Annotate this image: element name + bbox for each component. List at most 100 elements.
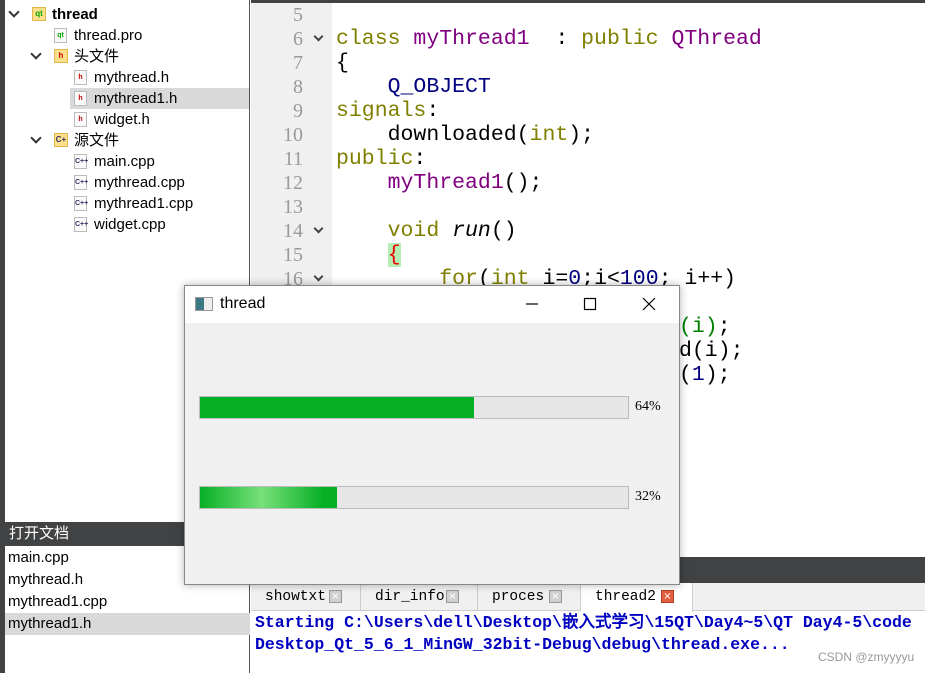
- code-token: public: [581, 27, 672, 51]
- folder-icon: C+: [54, 133, 68, 147]
- editor-toolbar: [251, 0, 925, 3]
- code-line-fragment: (i);: [679, 315, 731, 339]
- close-tab-icon[interactable]: ×: [329, 590, 342, 603]
- line-number: 11: [283, 148, 303, 170]
- folder-icon: h: [54, 49, 68, 63]
- output-tab-showtxt[interactable]: showtxt ×: [251, 583, 361, 611]
- close-tab-icon[interactable]: ×: [549, 590, 562, 603]
- tree-item[interactable]: qt thread: [5, 4, 249, 25]
- tree-item-label: mythread1.cpp: [94, 195, 194, 212]
- code-token: int: [529, 123, 569, 147]
- code-line: signals:: [336, 99, 439, 123]
- output-panel-toolbar: [680, 557, 925, 583]
- code-token: myThread1: [387, 171, 504, 195]
- code-token: 1: [691, 363, 705, 387]
- code-line: class myThread1 : public QThread: [336, 27, 762, 51]
- code-token: :: [529, 27, 582, 51]
- tree-item[interactable]: C++ mythread1.cpp: [70, 193, 249, 214]
- tree-item-label: mythread.h: [94, 69, 170, 86]
- tree-item[interactable]: C++ main.cpp: [70, 151, 249, 172]
- minimize-icon: [526, 303, 538, 305]
- line-number: 6: [293, 28, 303, 50]
- progress-label-2: 32%: [635, 489, 661, 504]
- tree-item[interactable]: h mythread.h: [70, 67, 249, 88]
- tab-label: showtxt: [265, 589, 326, 605]
- code-token: ();: [503, 171, 543, 195]
- tab-label: proces: [492, 589, 545, 605]
- output-tab-thread2[interactable]: thread2 ×: [581, 583, 693, 612]
- open-document-item[interactable]: mythread1.cpp: [5, 591, 250, 613]
- h-file-icon: h: [74, 70, 87, 85]
- tab-label: thread2: [595, 589, 656, 605]
- line-number: 15: [283, 244, 303, 266]
- code-token: downloaded(: [336, 123, 530, 147]
- code-line: public:: [336, 147, 426, 171]
- output-tab-proces[interactable]: proces ×: [478, 583, 581, 611]
- chevron-down-icon[interactable]: [30, 132, 42, 144]
- maximize-button[interactable]: [567, 286, 613, 323]
- code-token: public: [336, 147, 414, 171]
- h-file-icon: h: [74, 112, 87, 127]
- close-tab-icon[interactable]: ×: [446, 590, 459, 603]
- tree-item-label: main.cpp: [94, 153, 155, 170]
- code-token: :: [413, 147, 427, 171]
- code-token: );: [568, 123, 595, 147]
- watermark: CSDN @zmyyyyu: [818, 650, 915, 664]
- open-document-item[interactable]: mythread1.h: [5, 613, 250, 635]
- close-icon: [642, 297, 656, 311]
- tree-item[interactable]: qt thread.pro: [5, 25, 249, 46]
- progress-fill: [200, 397, 474, 418]
- fold-chevron-icon[interactable]: [313, 31, 324, 42]
- line-number: 7: [293, 52, 303, 74]
- code-line: downloaded(int);: [336, 123, 594, 147]
- tree-item[interactable]: h widget.h: [70, 109, 249, 130]
- code-token: QThread: [671, 27, 762, 51]
- tree-item-label: thread: [52, 6, 98, 23]
- progress-label-1: 64%: [635, 399, 661, 414]
- fold-chevron-icon[interactable]: [313, 271, 324, 282]
- tree-item[interactable]: C++ widget.cpp: [70, 214, 249, 235]
- code-token: d(i);: [679, 339, 744, 363]
- cpp-file-icon: C++: [74, 217, 88, 232]
- minimize-button[interactable]: [509, 286, 555, 323]
- line-number: 14: [283, 220, 303, 242]
- line-number: 8: [293, 76, 303, 98]
- tree-item[interactable]: C+ 源文件: [5, 130, 249, 151]
- app-icon: [195, 297, 213, 311]
- tree-item-label: thread.pro: [74, 27, 143, 44]
- progress-fill: [200, 487, 337, 508]
- code-line-fragment: (1);: [679, 363, 731, 387]
- line-number: 5: [293, 4, 303, 26]
- chevron-down-icon[interactable]: [8, 6, 20, 18]
- code-token: myThread1: [413, 27, 530, 51]
- tree-item[interactable]: h mythread1.h: [70, 88, 249, 109]
- close-tab-icon[interactable]: ×: [661, 590, 674, 603]
- code-line: {: [336, 243, 401, 267]
- code-token: {: [336, 51, 349, 75]
- line-number: 13: [283, 196, 303, 218]
- tree-item-label: widget.h: [94, 111, 150, 128]
- cpp-file-icon: C++: [74, 154, 88, 169]
- code-token: (i): [679, 315, 718, 339]
- thread-window: thread 64% 32%: [184, 285, 680, 585]
- close-button[interactable]: [626, 286, 672, 323]
- tree-item[interactable]: C++ mythread.cpp: [70, 172, 249, 193]
- code-token: (): [490, 219, 517, 243]
- code-token: (: [679, 363, 692, 387]
- fold-chevron-icon[interactable]: [313, 223, 324, 234]
- window-titlebar[interactable]: thread: [185, 286, 679, 323]
- output-line: Starting C:\Users\dell\Desktop\嵌入式学习\15Q…: [255, 613, 912, 632]
- code-line: {: [336, 51, 349, 75]
- line-number: 10: [283, 124, 303, 146]
- tree-item-label: 头文件: [74, 48, 120, 65]
- progress-bar-1: [199, 396, 629, 419]
- output-tab-dir_info[interactable]: dir_info ×: [361, 583, 478, 611]
- code-token: );: [704, 363, 731, 387]
- code-line: myThread1();: [336, 171, 543, 195]
- chevron-down-icon[interactable]: [30, 48, 42, 60]
- tree-item[interactable]: h 头文件: [5, 46, 249, 67]
- tab-label: dir_info: [375, 589, 445, 605]
- tree-item-label: 源文件: [74, 132, 120, 149]
